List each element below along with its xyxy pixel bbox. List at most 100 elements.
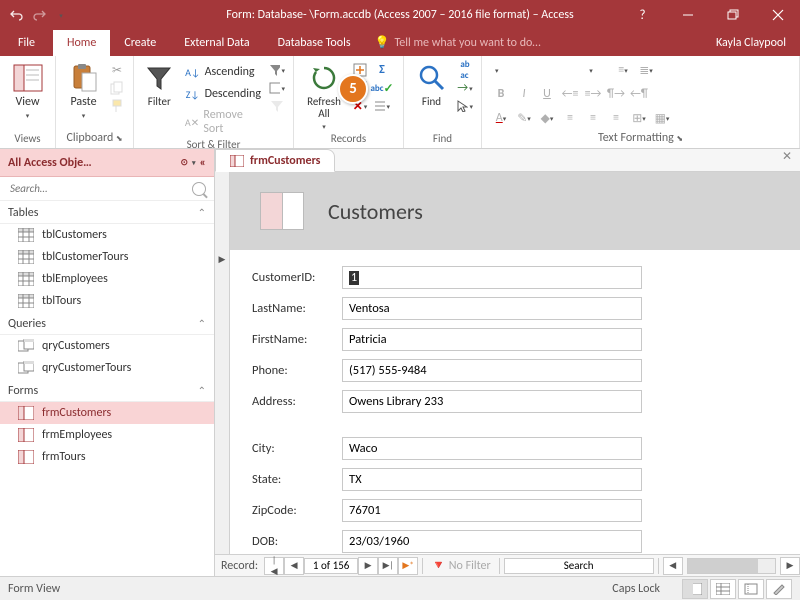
close-tab-icon[interactable]: ✕ xyxy=(774,149,800,171)
rtl-icon[interactable]: ←¶ xyxy=(628,84,650,104)
hscroll-left[interactable]: ◀ xyxy=(663,557,683,575)
nav-group-tables[interactable]: Tables⌃ xyxy=(0,201,214,224)
record-position[interactable] xyxy=(304,558,358,574)
next-record-button[interactable]: ▶ xyxy=(358,557,378,575)
field-input[interactable]: 23/03/1960 xyxy=(342,530,642,553)
first-record-button[interactable]: |◀ xyxy=(264,557,284,575)
fill-color-icon[interactable]: ◆▾ xyxy=(536,108,558,128)
paste-button[interactable]: Paste▾ xyxy=(64,60,103,121)
field-input[interactable]: Patricia xyxy=(342,328,642,351)
tab-create[interactable]: Create xyxy=(110,30,170,56)
align-center-icon[interactable]: ≡ xyxy=(582,108,604,128)
field-input[interactable]: (517) 555-9484 xyxy=(342,359,642,382)
nav-item[interactable]: tblCustomerTours xyxy=(0,246,214,268)
field-label: FirstName: xyxy=(252,332,342,347)
nav-item[interactable]: qryCustomerTours xyxy=(0,357,214,379)
redo-icon[interactable] xyxy=(32,8,46,22)
align-right-icon[interactable]: ≡ xyxy=(605,108,627,128)
undo-icon[interactable] xyxy=(10,8,24,22)
inc-indent-icon[interactable]: ≡→ xyxy=(582,84,604,104)
field-input[interactable]: Owens Library 233 xyxy=(342,390,642,413)
datasheet-view-button[interactable] xyxy=(710,579,736,599)
form-view-button[interactable] xyxy=(682,579,708,599)
hscroll-right[interactable]: ▶ xyxy=(780,557,800,575)
close-icon[interactable] xyxy=(755,0,800,30)
totals-icon[interactable]: Σ xyxy=(374,62,390,78)
bold-button[interactable]: B xyxy=(490,84,512,104)
tab-home[interactable]: Home xyxy=(53,30,110,56)
nav-item[interactable]: frmCustomers xyxy=(0,402,214,424)
selection-filter-icon[interactable]: ▾ xyxy=(269,62,285,78)
main-area: All Access Obje… ⊙▾« Tables⌃tblCustomers… xyxy=(0,149,800,576)
underline-button[interactable]: U xyxy=(536,84,558,104)
user-name[interactable]: Kayla Claypool xyxy=(702,30,800,56)
alt-row-icon[interactable]: ▦▾ xyxy=(651,108,673,128)
nav-item[interactable]: qryCustomers xyxy=(0,335,214,357)
select-icon[interactable]: ▾ xyxy=(457,98,473,114)
field-input[interactable]: Waco xyxy=(342,437,642,460)
nav-item[interactable]: tblEmployees xyxy=(0,268,214,290)
remove-sort-button[interactable]: A✕Remove Sort xyxy=(183,106,263,138)
record-selector-bar[interactable]: ▶ xyxy=(215,172,230,554)
more-records-icon[interactable]: ▾ xyxy=(374,98,390,114)
font-name[interactable]: ▾ xyxy=(490,60,570,80)
design-view-button[interactable] xyxy=(766,579,792,599)
object-tab-bar: frmCustomers ✕ xyxy=(215,149,800,172)
qat-more-icon[interactable]: ▾ xyxy=(54,8,68,22)
numbering-icon[interactable]: ≣▾ xyxy=(635,60,657,80)
find-button[interactable]: Find xyxy=(412,60,451,108)
nav-item[interactable]: tblTours xyxy=(0,290,214,312)
advanced-filter-icon[interactable]: ▾ xyxy=(269,80,285,96)
font-color-icon[interactable]: A▾ xyxy=(490,108,512,128)
nav-search[interactable] xyxy=(0,177,214,201)
spelling-icon[interactable]: abc✓ xyxy=(374,80,390,96)
new-record-nav-button[interactable]: ▶* xyxy=(398,557,418,575)
highlight-icon[interactable]: ✎▾ xyxy=(513,108,535,128)
nav-menu-icon[interactable]: ⊙ xyxy=(180,157,188,168)
record-search[interactable] xyxy=(504,558,654,574)
sort-asc-button[interactable]: A↓Ascending xyxy=(183,62,263,82)
copy-icon[interactable] xyxy=(109,80,125,96)
tab-external-data[interactable]: External Data xyxy=(170,30,263,56)
sort-desc-button[interactable]: Z↓Descending xyxy=(183,84,263,104)
italic-button[interactable]: I xyxy=(513,84,535,104)
last-record-button[interactable]: ▶| xyxy=(378,557,398,575)
tab-database-tools[interactable]: Database Tools xyxy=(264,30,365,56)
field-input[interactable]: Ventosa xyxy=(342,297,642,320)
ltr-icon[interactable]: ¶→ xyxy=(605,84,627,104)
field-input[interactable]: 76701 xyxy=(342,499,642,522)
object-tab[interactable]: frmCustomers xyxy=(215,149,335,172)
tab-file[interactable]: File xyxy=(0,30,53,56)
format-painter-icon[interactable] xyxy=(109,98,125,114)
help-icon[interactable]: ? xyxy=(620,0,665,30)
goto-icon[interactable]: →▾ xyxy=(457,80,473,96)
view-button[interactable]: View▾ xyxy=(8,60,47,121)
restore-icon[interactable] xyxy=(710,0,755,30)
filter-button[interactable]: Filter xyxy=(142,60,177,108)
horizontal-scrollbar[interactable] xyxy=(687,558,776,574)
dec-indent-icon[interactable]: ←≡ xyxy=(559,84,581,104)
align-left-icon[interactable]: ≡ xyxy=(559,108,581,128)
nav-group-queries[interactable]: Queries⌃ xyxy=(0,312,214,335)
replace-icon[interactable]: abac xyxy=(457,62,473,78)
layout-view-button[interactable] xyxy=(738,579,764,599)
minimize-icon[interactable] xyxy=(665,0,710,30)
field-input[interactable]: TX xyxy=(342,468,642,491)
bullets-icon[interactable]: ≡▾ xyxy=(612,60,634,80)
nav-item[interactable]: frmEmployees xyxy=(0,424,214,446)
toggle-filter-icon[interactable] xyxy=(269,98,285,114)
prev-record-button[interactable]: ◀ xyxy=(284,557,304,575)
tell-me[interactable]: 💡Tell me what you want to do… xyxy=(365,29,551,56)
cut-icon[interactable]: ✂ xyxy=(109,62,125,78)
field-input[interactable]: 1 xyxy=(342,266,642,289)
nav-group-forms[interactable]: Forms⌃ xyxy=(0,379,214,402)
filter-indicator[interactable]: 🔻 No Filter xyxy=(427,558,495,573)
nav-item[interactable]: tblCustomers xyxy=(0,224,214,246)
font-size[interactable]: ▾ xyxy=(571,60,611,80)
nav-collapse-icon[interactable]: « xyxy=(200,156,206,170)
gridlines-icon[interactable]: ⊞▾ xyxy=(628,108,650,128)
refresh-icon xyxy=(308,62,340,94)
nav-header[interactable]: All Access Obje… ⊙▾« xyxy=(0,149,214,177)
nav-search-input[interactable] xyxy=(8,181,192,196)
nav-item[interactable]: frmTours xyxy=(0,446,214,468)
